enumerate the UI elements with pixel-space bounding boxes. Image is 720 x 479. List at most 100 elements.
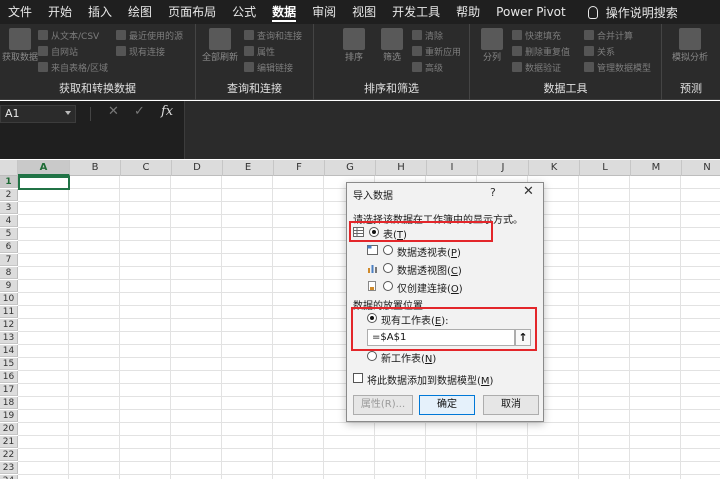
- refresh-all-button[interactable]: 全部刷新: [202, 28, 238, 64]
- column-header[interactable]: F: [274, 160, 325, 176]
- menu-item[interactable]: 数据: [264, 0, 304, 24]
- menu-item[interactable]: 插入: [80, 0, 120, 24]
- column-header[interactable]: J: [478, 160, 529, 176]
- add-to-data-model-checkbox[interactable]: [353, 373, 363, 383]
- menu-item[interactable]: 绘图: [120, 0, 160, 24]
- cancel-icon[interactable]: ✕: [108, 104, 119, 119]
- connection-only-option-label[interactable]: 仅创建连接(O): [397, 280, 463, 295]
- row-header[interactable]: 13: [0, 332, 18, 344]
- row-header[interactable]: 6: [0, 241, 18, 253]
- column-header[interactable]: M: [631, 160, 682, 176]
- row-header[interactable]: 19: [0, 410, 18, 422]
- column-header[interactable]: G: [325, 160, 376, 176]
- connection-only-radio[interactable]: [383, 281, 393, 291]
- row-header[interactable]: 12: [0, 319, 18, 331]
- menu-item[interactable]: 公式: [224, 0, 264, 24]
- advanced-filter-button[interactable]: 高级: [412, 60, 443, 74]
- menu-item[interactable]: 文件: [0, 0, 40, 24]
- relationships-button[interactable]: 关系: [584, 44, 615, 58]
- row-header[interactable]: 8: [0, 267, 18, 279]
- row-header[interactable]: 18: [0, 397, 18, 409]
- row-header[interactable]: 9: [0, 280, 18, 292]
- row-header[interactable]: 11: [0, 306, 18, 318]
- pivot-table-radio[interactable]: [383, 245, 393, 255]
- row-header[interactable]: 22: [0, 449, 18, 461]
- insert-function-button[interactable]: fx: [161, 104, 173, 119]
- new-worksheet-radio[interactable]: [367, 351, 377, 361]
- from-table-range-button[interactable]: 来自表格/区域: [38, 60, 108, 74]
- filter-button[interactable]: 筛选: [374, 28, 410, 64]
- select-all-corner[interactable]: [0, 160, 18, 176]
- sort-button[interactable]: 排序: [336, 28, 372, 64]
- recent-sources-button[interactable]: 最近使用的源: [116, 28, 183, 42]
- flash-fill-button[interactable]: 快速填充: [512, 28, 561, 42]
- pivot-chart-radio[interactable]: [383, 263, 393, 273]
- menu-item[interactable]: 页面布局: [160, 0, 224, 24]
- text-to-columns-button[interactable]: 分列: [474, 28, 510, 64]
- chevron-down-icon[interactable]: [65, 111, 71, 115]
- from-text-csv-button[interactable]: 从文本/CSV: [38, 28, 99, 42]
- row-header[interactable]: 20: [0, 423, 18, 435]
- help-icon[interactable]: ?: [490, 186, 496, 199]
- column-header[interactable]: L: [580, 160, 631, 176]
- row-header[interactable]: 10: [0, 293, 18, 305]
- menu-item[interactable]: 开发工具: [384, 0, 448, 24]
- row-header[interactable]: 24: [0, 475, 18, 479]
- active-cell[interactable]: [18, 176, 70, 190]
- row-header[interactable]: 2: [0, 189, 18, 201]
- formula-input[interactable]: [184, 101, 720, 159]
- what-if-analysis-button[interactable]: 模拟分析: [666, 28, 714, 64]
- column-header[interactable]: B: [70, 160, 121, 176]
- tell-me-search[interactable]: 操作说明搜索: [587, 4, 678, 21]
- name-box[interactable]: A1: [0, 105, 76, 123]
- close-icon[interactable]: ✕: [523, 184, 534, 199]
- row-header[interactable]: 15: [0, 358, 18, 370]
- pivot-chart-option-label[interactable]: 数据透视图(C): [397, 262, 462, 277]
- pivot-table-option-label[interactable]: 数据透视表(P): [397, 244, 461, 259]
- clear-filter-button[interactable]: 清除: [412, 28, 443, 42]
- row-header[interactable]: 7: [0, 254, 18, 266]
- queries-connections-button[interactable]: 查询和连接: [244, 28, 302, 42]
- ok-button[interactable]: 确定: [419, 395, 475, 415]
- row-header[interactable]: 1: [0, 176, 18, 188]
- row-header[interactable]: 3: [0, 202, 18, 214]
- column-header[interactable]: D: [172, 160, 223, 176]
- consolidate-button[interactable]: 合并计算: [584, 28, 633, 42]
- row-header[interactable]: 16: [0, 371, 18, 383]
- menu-item[interactable]: 开始: [40, 0, 80, 24]
- row-header[interactable]: 4: [0, 215, 18, 227]
- row-header[interactable]: 17: [0, 384, 18, 396]
- column-header[interactable]: H: [376, 160, 427, 176]
- properties-button[interactable]: 属性: [244, 44, 275, 58]
- menu-item[interactable]: 审阅: [304, 0, 344, 24]
- get-data-button[interactable]: 获取数据: [2, 28, 38, 64]
- menu-item[interactable]: 视图: [344, 0, 384, 24]
- row-header[interactable]: 5: [0, 228, 18, 240]
- highlight-existing-worksheet: [351, 307, 537, 351]
- reapply-button[interactable]: 重新应用: [412, 44, 461, 58]
- menu-item[interactable]: Power Pivot: [488, 0, 574, 24]
- column-header[interactable]: N: [682, 160, 720, 176]
- column-header[interactable]: C: [121, 160, 172, 176]
- existing-connections-button[interactable]: 现有连接: [116, 44, 165, 58]
- remove-duplicates-button[interactable]: 删除重复值: [512, 44, 570, 58]
- pivot-chart-icon: [368, 265, 377, 273]
- new-worksheet-label[interactable]: 新工作表(N): [381, 350, 436, 365]
- from-web-button[interactable]: 自网站: [38, 44, 78, 58]
- column-header[interactable]: A: [18, 160, 70, 176]
- column-header[interactable]: I: [427, 160, 478, 176]
- cancel-button[interactable]: 取消: [483, 395, 539, 415]
- row-header[interactable]: 23: [0, 462, 18, 474]
- edit-links-button[interactable]: 编辑链接: [244, 60, 293, 74]
- menu-item[interactable]: 帮助: [448, 0, 488, 24]
- row-header[interactable]: 21: [0, 436, 18, 448]
- row-header[interactable]: 14: [0, 345, 18, 357]
- enter-icon[interactable]: ✓: [134, 104, 145, 119]
- add-to-data-model-label[interactable]: 将此数据添加到数据模型(M): [367, 372, 493, 387]
- ribbon-group-label: 查询和连接: [227, 82, 282, 95]
- manage-data-model-button[interactable]: 管理数据模型: [584, 60, 651, 74]
- data-validation-button[interactable]: 数据验证: [512, 60, 561, 74]
- column-header[interactable]: E: [223, 160, 274, 176]
- properties-button[interactable]: 属性(R)...: [353, 395, 413, 415]
- column-header[interactable]: K: [529, 160, 580, 176]
